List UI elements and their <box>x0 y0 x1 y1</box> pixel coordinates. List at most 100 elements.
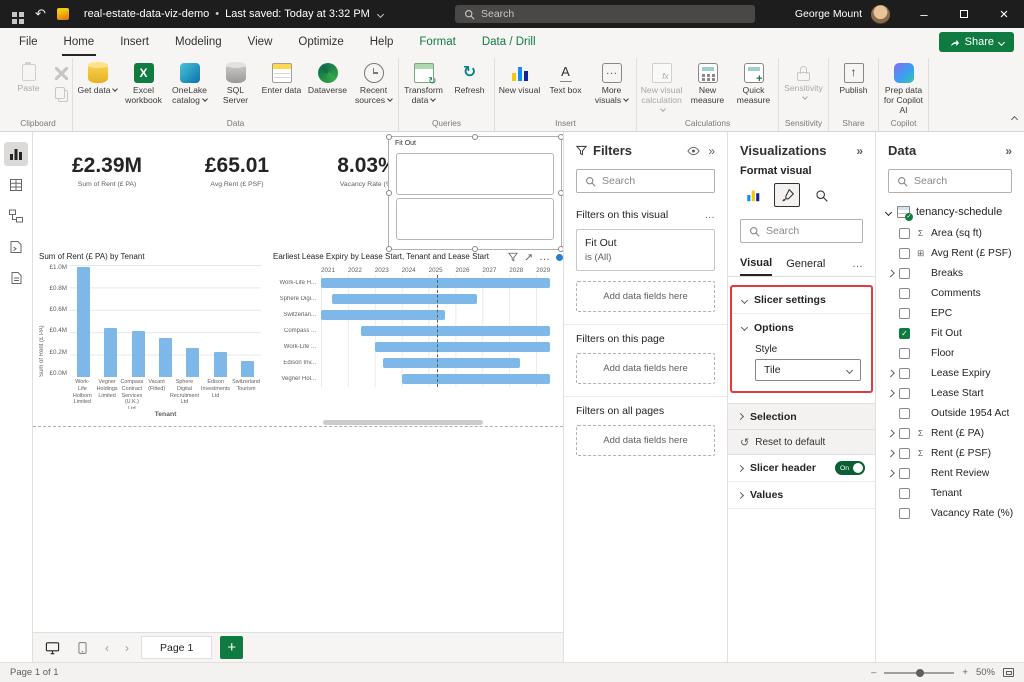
ribbon-button-transform-data[interactable]: Transform data <box>401 61 446 107</box>
field-expander-icon[interactable] <box>887 469 895 477</box>
ribbon-button-text-box[interactable]: Text box <box>543 61 588 97</box>
data-field-fit-out[interactable]: Fit Out <box>876 323 1024 343</box>
bar[interactable] <box>132 331 145 377</box>
next-page-icon[interactable] <box>121 641 133 655</box>
ribbon-button-copy-icon[interactable] <box>52 86 70 100</box>
data-field-comments[interactable]: Comments <box>876 283 1024 303</box>
data-field-avg-rent-psf[interactable]: ⊞Avg Rent (£ PSF) <box>876 243 1024 263</box>
slicer-tile[interactable] <box>396 198 554 240</box>
field-expander-icon[interactable] <box>887 429 895 437</box>
data-field-lease-start[interactable]: Lease Start <box>876 383 1024 403</box>
ribbon-button-new-visual-calculation[interactable]: New visual calculation <box>639 61 684 117</box>
tab-general[interactable]: General <box>786 251 825 276</box>
title-dropdown-icon[interactable] <box>377 10 384 17</box>
menu-tab-modeling[interactable]: Modeling <box>162 28 235 56</box>
ribbon-button-refresh[interactable]: Refresh <box>447 61 492 97</box>
filter-card[interactable]: Fit Outis (All) <box>576 229 715 271</box>
eye-icon[interactable] <box>687 146 700 156</box>
field-checkbox[interactable] <box>899 468 910 479</box>
tab-visual[interactable]: Visual <box>740 251 772 276</box>
selection-section[interactable]: Selection <box>728 403 875 430</box>
add-page-button[interactable]: + <box>220 636 243 659</box>
field-checkbox[interactable] <box>899 268 910 279</box>
resize-handle[interactable] <box>386 134 392 140</box>
ribbon-button-new-measure[interactable]: New measure <box>685 61 730 107</box>
data-field-outside-1954-act[interactable]: Outside 1954 Act <box>876 403 1024 423</box>
menu-tab-help[interactable]: Help <box>357 28 407 56</box>
gantt-bar[interactable] <box>321 310 445 320</box>
zoom-slider[interactable] <box>884 672 954 674</box>
resize-handle[interactable] <box>386 190 392 196</box>
field-checkbox[interactable] <box>899 508 910 519</box>
data-field-rent-pa[interactable]: ΣRent (£ PA) <box>876 423 1024 443</box>
rail-dax-query-view[interactable] <box>4 235 28 259</box>
data-field-rent-review[interactable]: Rent Review <box>876 463 1024 483</box>
data-field-lease-expiry[interactable]: Lease Expiry <box>876 363 1024 383</box>
zoom-slider-thumb[interactable] <box>916 669 924 677</box>
field-checkbox[interactable] <box>899 488 910 499</box>
ribbon-button-publish[interactable]: Publish <box>831 61 876 97</box>
style-dropdown[interactable]: Tile <box>755 359 861 381</box>
ribbon-button-paste[interactable]: Paste <box>6 61 51 95</box>
menu-tab-format[interactable]: Format <box>406 28 468 56</box>
ribbon-button-more-visuals[interactable]: More visuals <box>589 61 634 107</box>
zoom-out-button[interactable] <box>871 667 876 678</box>
data-field-vacancy-rate[interactable]: Vacancy Rate (%) <box>876 503 1024 523</box>
gantt-bar[interactable] <box>383 358 520 368</box>
rail-table-view[interactable] <box>4 173 28 197</box>
fit-to-page-icon[interactable] <box>1003 668 1014 677</box>
field-checkbox[interactable] <box>899 388 910 399</box>
ribbon-button-sql-server[interactable]: SQL Server <box>213 61 258 107</box>
resize-handle[interactable] <box>472 134 478 140</box>
slicer-tile[interactable] <box>396 153 554 195</box>
bar[interactable] <box>104 328 117 377</box>
field-checkbox[interactable] <box>899 448 910 459</box>
rail-model-view[interactable] <box>4 204 28 228</box>
field-checkbox[interactable] <box>899 348 910 359</box>
menu-tab-insert[interactable]: Insert <box>107 28 162 56</box>
resize-handle[interactable] <box>558 190 563 196</box>
kpi-card[interactable]: £2.39MSum of Rent (£ PA) <box>55 154 159 188</box>
options-section[interactable]: Options <box>732 314 871 341</box>
ribbon-button-prep-data-for-copilot-ai[interactable]: Prep data for Copilot AI <box>881 61 926 117</box>
field-checkbox[interactable] <box>899 228 910 239</box>
rail-report-view[interactable] <box>4 142 28 166</box>
ribbon-button-recent-sources[interactable]: Recent sources <box>351 61 396 107</box>
menu-tab-view[interactable]: View <box>235 28 286 56</box>
report-canvas[interactable]: £2.39MSum of Rent (£ PA)£65.01Avg Rent (… <box>33 132 563 632</box>
ribbon-collapse-button[interactable] <box>1012 113 1017 125</box>
bar[interactable] <box>77 267 90 377</box>
data-field-breaks[interactable]: Breaks <box>876 263 1024 283</box>
more-options-icon[interactable] <box>539 251 550 263</box>
field-expander-icon[interactable] <box>887 369 895 377</box>
data-field-floor[interactable]: Floor <box>876 343 1024 363</box>
global-search[interactable] <box>455 5 755 23</box>
data-field-tenant[interactable]: Tenant <box>876 483 1024 503</box>
values-section[interactable]: Values <box>728 482 875 509</box>
share-button[interactable]: Share <box>939 32 1014 52</box>
bar-chart-visual[interactable]: Sum of Rent (£ PA) by Tenant Sum of Rent… <box>39 252 261 426</box>
bar[interactable] <box>214 352 227 377</box>
gantt-chart-visual[interactable]: Earliest Lease Expiry by Lease Start, Te… <box>273 252 563 422</box>
field-checkbox[interactable] <box>899 408 910 419</box>
undo-icon[interactable] <box>35 6 46 22</box>
format-search[interactable] <box>740 219 863 243</box>
menu-tab-data-drill[interactable]: Data / Drill <box>469 28 549 56</box>
bar[interactable] <box>186 348 199 377</box>
minimize-button[interactable] <box>904 0 944 28</box>
ribbon-button-dataverse[interactable]: Dataverse <box>305 61 350 97</box>
field-checkbox[interactable] <box>899 248 910 259</box>
filter-drop-area[interactable]: Add data fields here <box>576 281 715 312</box>
global-search-input[interactable] <box>481 8 746 20</box>
ribbon-button-cut-icon[interactable] <box>52 66 70 81</box>
horizontal-scrollbar[interactable] <box>323 420 483 425</box>
bar[interactable] <box>241 361 254 377</box>
collapse-data-icon[interactable] <box>1005 143 1012 158</box>
ribbon-button-onelake-catalog[interactable]: OneLake catalog <box>167 61 212 107</box>
field-checkbox[interactable] <box>899 428 910 439</box>
user-name[interactable]: George Mount <box>795 8 862 20</box>
slicer-header-section[interactable]: Slicer header On <box>728 455 875 482</box>
ribbon-button-enter-data[interactable]: Enter data <box>259 61 304 97</box>
desktop-layout-icon[interactable] <box>41 637 63 659</box>
field-expander-icon[interactable] <box>887 269 895 277</box>
